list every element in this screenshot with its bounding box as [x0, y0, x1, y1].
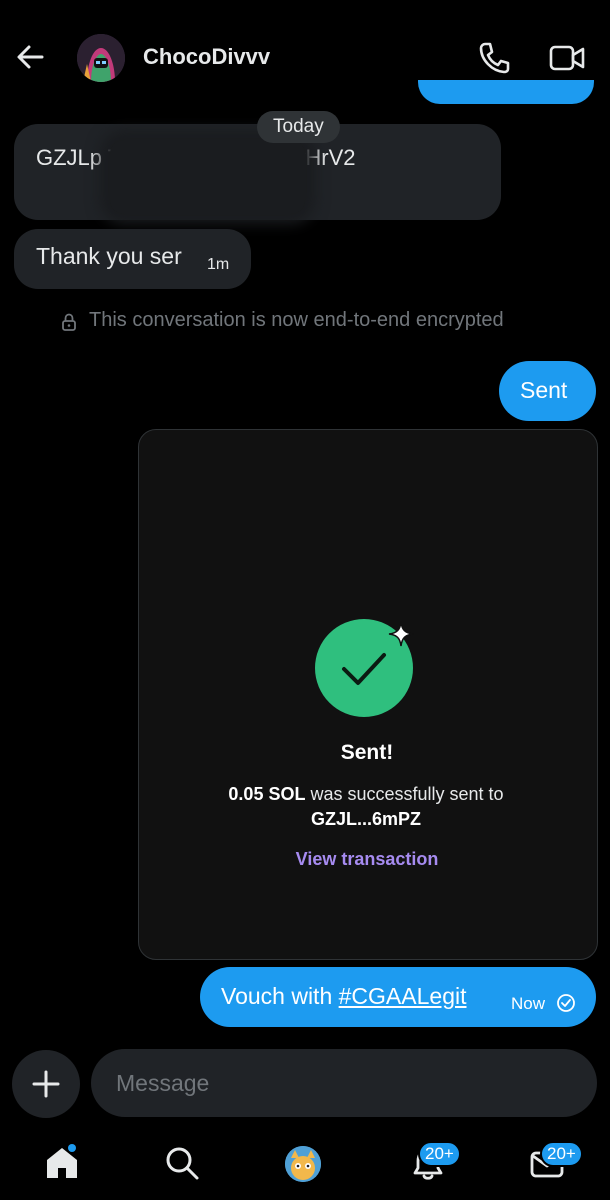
redacted-blur	[110, 140, 305, 214]
view-transaction-link[interactable]: View transaction	[138, 849, 596, 870]
contact-name[interactable]: ChocoDivvv	[143, 44, 270, 70]
vouch-text: Vouch with	[221, 983, 339, 1009]
recipient-address: GZJL...6mPZ	[310, 809, 422, 829]
back-button[interactable]	[14, 40, 48, 74]
video-icon	[549, 45, 585, 71]
message-timestamp: 1m	[207, 256, 230, 273]
success-badge	[314, 617, 418, 721]
nav-home[interactable]	[42, 1143, 82, 1183]
vouch-message-text: Vouch with #CGAALegit	[221, 983, 467, 1010]
attach-button[interactable]	[12, 1050, 80, 1118]
message-input[interactable]	[91, 1049, 597, 1117]
phone-icon	[479, 42, 510, 74]
card-description: 0.05 SOL was successfully sent to GZJL..…	[198, 782, 534, 832]
video-call-button[interactable]	[548, 42, 586, 74]
date-separator: Today	[257, 111, 340, 143]
nav-search[interactable]	[162, 1143, 202, 1183]
description-text: was successfully sent to	[310, 784, 504, 804]
read-receipt-icon	[556, 993, 576, 1013]
sent-message-text: Sent	[520, 377, 568, 403]
back-arrow-icon	[17, 45, 44, 69]
previous-message-bubble	[418, 80, 594, 104]
search-icon	[166, 1147, 199, 1180]
nav-profile-avatar[interactable]	[285, 1146, 321, 1182]
message-timestamp: Now	[511, 994, 546, 1013]
encryption-notice-text: This conversation is now end-to-end encr…	[89, 309, 504, 331]
plus-icon	[32, 1070, 60, 1098]
home-notification-dot	[68, 1144, 76, 1152]
notifications-badge: 20+	[418, 1141, 461, 1167]
hashtag-link[interactable]: #CGAALegit	[339, 983, 467, 1009]
thanks-message-text: Thank you ser	[36, 243, 182, 269]
voice-call-button[interactable]	[477, 40, 511, 76]
card-title: Sent!	[340, 741, 394, 764]
messages-badge: 20+	[540, 1141, 583, 1167]
contact-avatar[interactable]	[77, 34, 125, 82]
conversation-header: ChocoDivvv	[0, 0, 610, 115]
sent-amount: 0.05 SOL	[228, 784, 306, 804]
lock-icon	[62, 313, 76, 331]
home-icon	[47, 1148, 77, 1178]
